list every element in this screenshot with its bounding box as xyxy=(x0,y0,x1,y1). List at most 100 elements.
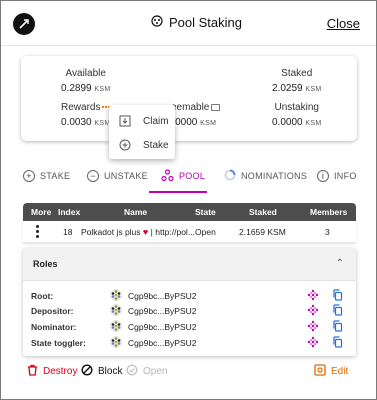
plus-circle-icon: + xyxy=(23,170,35,182)
balance-unstaking: Unstaking 0.0000 KSM xyxy=(272,102,321,130)
role-label: Nominator: xyxy=(31,322,77,332)
role-row-root: Root: Cgp9bc...ByPSU2 xyxy=(23,289,356,305)
balance-unstaking-value: 0.0000 xyxy=(272,117,303,128)
redeem-icon[interactable] xyxy=(211,103,221,111)
tab-unstake-label: UNSTAKE xyxy=(104,171,148,181)
role-row-state-toggler: State toggler: Cgp9bc...ByPSU2 xyxy=(23,336,356,352)
info-icon: i xyxy=(317,170,329,182)
tab-info-label: INFO xyxy=(334,171,357,181)
change-role-icon[interactable] xyxy=(307,320,319,332)
destroy-button[interactable]: Destroy xyxy=(27,363,77,379)
identicon-icon xyxy=(110,289,122,301)
row-name-part1: Polkadot js plus xyxy=(81,227,141,237)
pool-tab-icon xyxy=(161,168,174,184)
row-state: Open xyxy=(195,227,216,237)
identicon-icon xyxy=(110,336,122,348)
role-label: State toggler: xyxy=(31,338,86,348)
roles-panel: Roles ⌃ Root: Cgp9bc...ByPSU2 Depositor:… xyxy=(23,248,356,356)
tab-unstake[interactable]: − UNSTAKE xyxy=(87,159,148,193)
balance-available-value: 0.2899 xyxy=(61,83,92,94)
claim-label: Claim xyxy=(143,115,169,127)
roles-title: Roles xyxy=(33,259,58,269)
check-circle-icon xyxy=(126,364,138,379)
copy-icon[interactable] xyxy=(332,304,343,316)
balance-rewards-label: Rewards xyxy=(61,102,101,113)
claim-menu-item[interactable]: Claim xyxy=(109,109,175,133)
change-role-icon[interactable] xyxy=(307,289,319,301)
page-title-text: Pool Staking xyxy=(169,15,242,30)
balance-staked-unit: KSM xyxy=(305,86,322,93)
balance-available: Available 0.2899 KSM xyxy=(61,68,110,96)
col-state: State xyxy=(195,207,216,217)
tab-nominations[interactable]: NOMINATIONS xyxy=(224,159,307,193)
balance-available-label: Available xyxy=(65,68,106,79)
pool-icon xyxy=(151,15,163,30)
role-address: Cgp9bc...ByPSU2 xyxy=(128,322,197,332)
header: Pool Staking Close xyxy=(1,1,376,47)
edit-icon xyxy=(314,363,326,379)
tab-stake-label: STAKE xyxy=(40,171,71,181)
role-address: Cgp9bc...ByPSU2 xyxy=(128,291,197,301)
add-circle-icon xyxy=(119,139,131,151)
block-label: Block xyxy=(98,365,123,377)
open-button[interactable]: Open xyxy=(126,363,167,379)
identicon-icon xyxy=(110,320,122,332)
minus-circle-icon: − xyxy=(87,170,99,182)
balance-unstaking-unit: KSM xyxy=(305,120,322,127)
col-more: More xyxy=(31,207,52,217)
row-staked: 2.1659 KSM xyxy=(239,227,286,237)
row-index: 18 xyxy=(63,227,73,237)
stake-label: Stake xyxy=(143,139,169,151)
tab-nominations-label: NOMINATIONS xyxy=(241,171,308,181)
balance-redeemable[interactable]: eemable 0000 KSM xyxy=(171,102,221,130)
role-address: Cgp9bc...ByPSU2 xyxy=(128,306,197,316)
row-members: 3 xyxy=(325,227,330,237)
role-label: Root: xyxy=(31,291,54,301)
header-divider xyxy=(1,45,376,46)
delete-icon xyxy=(27,364,38,379)
download-icon xyxy=(119,115,131,127)
copy-icon[interactable] xyxy=(332,320,343,332)
extension-window: Pool Staking Close Available 0.2899 KSM … xyxy=(0,0,377,400)
balance-card: Available 0.2899 KSM Staked 2.0259 KSM R… xyxy=(21,56,357,141)
balance-available-unit: KSM xyxy=(94,86,111,93)
open-label: Open xyxy=(143,365,168,377)
col-index: Index xyxy=(58,207,81,217)
balance-rewards[interactable]: Rewards 0.0030 KSM xyxy=(61,102,111,130)
block-button[interactable]: Block xyxy=(81,363,122,379)
change-role-icon[interactable] xyxy=(307,304,319,316)
row-name: Polkadot js plus ♥ | http://pol... xyxy=(81,227,195,237)
role-address: Cgp9bc...ByPSU2 xyxy=(128,338,197,348)
copy-icon[interactable] xyxy=(332,289,343,301)
balance-rewards-value: 0.0030 xyxy=(61,117,92,128)
spinner-icon xyxy=(224,169,236,183)
close-link[interactable]: Close xyxy=(327,16,360,31)
block-icon xyxy=(81,363,93,379)
app-logo-icon xyxy=(13,13,35,35)
tab-info[interactable]: i INFO xyxy=(317,159,357,193)
tab-stake[interactable]: + STAKE xyxy=(23,159,70,193)
more-options-icon[interactable] xyxy=(36,225,40,238)
copy-icon[interactable] xyxy=(332,336,343,348)
table-row[interactable]: 18 Polkadot js plus ♥ | http://pol... Op… xyxy=(23,221,356,243)
edit-button[interactable]: Edit xyxy=(314,363,348,379)
balance-redeemable-unit: KSM xyxy=(200,120,217,127)
tab-bar: + STAKE − UNSTAKE POOL NOMINATIONS i INF… xyxy=(11,159,371,193)
table-header: More Index Name State Staked Members xyxy=(23,203,356,221)
row-name-part2: | http://pol... xyxy=(150,227,195,237)
role-label: Depositor: xyxy=(31,306,74,316)
identicon-icon xyxy=(110,304,122,316)
tab-pool[interactable]: POOL xyxy=(161,159,205,193)
role-row-depositor: Depositor: Cgp9bc...ByPSU2 xyxy=(23,304,356,320)
tab-pool-label: POOL xyxy=(179,171,206,181)
chevron-up-icon[interactable]: ⌃ xyxy=(336,258,344,269)
rewards-popup-menu: Claim Stake xyxy=(109,105,175,159)
stake-menu-item[interactable]: Stake xyxy=(109,133,175,157)
balance-staked-value: 2.0259 xyxy=(272,83,303,94)
balance-redeemable-label: eemable xyxy=(171,102,210,113)
edit-label: Edit xyxy=(331,365,349,377)
balance-staked-label: Staked xyxy=(281,68,313,79)
roles-header[interactable]: Roles ⌃ xyxy=(23,248,356,281)
col-members: Members xyxy=(310,207,348,217)
change-role-icon[interactable] xyxy=(307,336,319,348)
